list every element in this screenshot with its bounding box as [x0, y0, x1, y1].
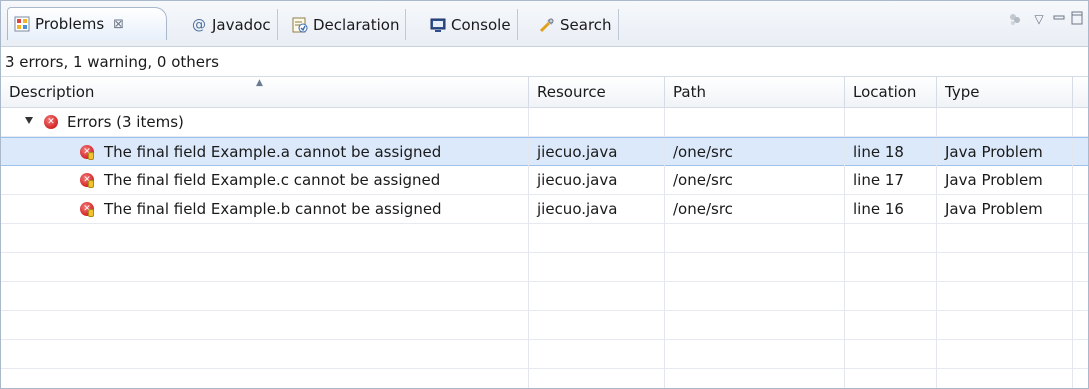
group-cell: ✕ Errors (3 items) [1, 108, 529, 136]
maximize-icon[interactable] [1069, 11, 1085, 27]
column-filler [1073, 77, 1088, 108]
tab-javadoc[interactable]: @ Javadoc [185, 9, 278, 40]
description-cell: ✕ The final field Example.a cannot be as… [1, 138, 529, 166]
type-cell: Java Problem [937, 166, 1073, 194]
minimize-icon[interactable] [1051, 11, 1067, 27]
tab-console-label: Console [451, 15, 511, 34]
path-cell: /one/src [665, 166, 845, 194]
description-text: The final field Example.c cannot be assi… [104, 171, 441, 189]
column-location[interactable]: Location [845, 77, 937, 108]
table-row[interactable]: ✕ The final field Example.c cannot be as… [1, 166, 1088, 195]
column-resource[interactable]: Resource [529, 77, 665, 108]
search-icon [539, 17, 555, 33]
group-row-errors[interactable]: ✕ Errors (3 items) [1, 108, 1088, 137]
filter-icon[interactable] [1007, 11, 1023, 27]
tab-javadoc-label: Javadoc [212, 15, 271, 34]
error-icon: ✕ [44, 115, 58, 129]
type-cell: Java Problem [937, 138, 1073, 166]
empty-row [1, 282, 1088, 311]
console-icon [430, 17, 446, 33]
tab-console[interactable]: Console [424, 9, 518, 40]
javadoc-icon: @ [192, 16, 206, 33]
quickfix-lightbulb-icon [88, 209, 94, 217]
description-text: The final field Example.a cannot be assi… [104, 143, 442, 161]
empty-row [1, 340, 1088, 369]
path-cell: /one/src [665, 195, 845, 223]
problems-table: Description ▲ Resource Path Location Typ… [1, 76, 1088, 388]
resource-cell: jiecuo.java [529, 166, 665, 194]
location-cell: line 18 [845, 138, 937, 166]
problems-view: Problems ⊠ @ Javadoc Declaration Console… [0, 0, 1089, 389]
table-header: Description ▲ Resource Path Location Typ… [1, 76, 1088, 108]
empty-row [1, 253, 1088, 282]
sort-ascending-icon: ▲ [256, 78, 263, 88]
resource-cell: jiecuo.java [529, 195, 665, 223]
path-cell: /one/src [665, 138, 845, 166]
quickfix-lightbulb-icon [88, 152, 94, 160]
tab-search-label: Search [560, 15, 612, 34]
view-tab-bar: Problems ⊠ @ Javadoc Declaration Console… [1, 1, 1088, 47]
description-cell: ✕ The final field Example.c cannot be as… [1, 166, 529, 194]
type-cell: Java Problem [937, 195, 1073, 223]
declaration-icon [292, 17, 308, 33]
problems-summary: 3 errors, 1 warning, 0 others [5, 53, 219, 71]
table-row[interactable]: ✕ The final field Example.a cannot be as… [1, 137, 1088, 166]
tab-problems[interactable]: Problems ⊠ [7, 7, 167, 40]
expand-twisty-icon[interactable] [25, 117, 33, 124]
table-row[interactable]: ✕ The final field Example.b cannot be as… [1, 195, 1088, 224]
view-menu-icon[interactable]: ▽ [1031, 11, 1047, 27]
quickfix-lightbulb-icon [88, 180, 94, 188]
close-tab-icon[interactable]: ⊠ [113, 17, 124, 32]
location-cell: line 16 [845, 195, 937, 223]
empty-row [1, 369, 1088, 388]
tab-search[interactable]: Search [533, 9, 619, 40]
description-text: The final field Example.b cannot be assi… [104, 200, 442, 218]
location-cell: line 17 [845, 166, 937, 194]
tab-declaration-label: Declaration [313, 15, 400, 34]
description-cell: ✕ The final field Example.b cannot be as… [1, 195, 529, 223]
empty-row [1, 224, 1088, 253]
empty-row [1, 311, 1088, 340]
resource-cell: jiecuo.java [529, 138, 665, 166]
column-type[interactable]: Type [937, 77, 1073, 108]
column-description-label: Description [9, 83, 95, 101]
group-label: Errors (3 items) [67, 113, 184, 131]
tab-declaration[interactable]: Declaration [286, 9, 407, 40]
problems-icon [14, 16, 30, 32]
tab-problems-label: Problems [35, 15, 105, 33]
column-path[interactable]: Path [665, 77, 845, 108]
column-description[interactable]: Description ▲ [1, 77, 529, 108]
